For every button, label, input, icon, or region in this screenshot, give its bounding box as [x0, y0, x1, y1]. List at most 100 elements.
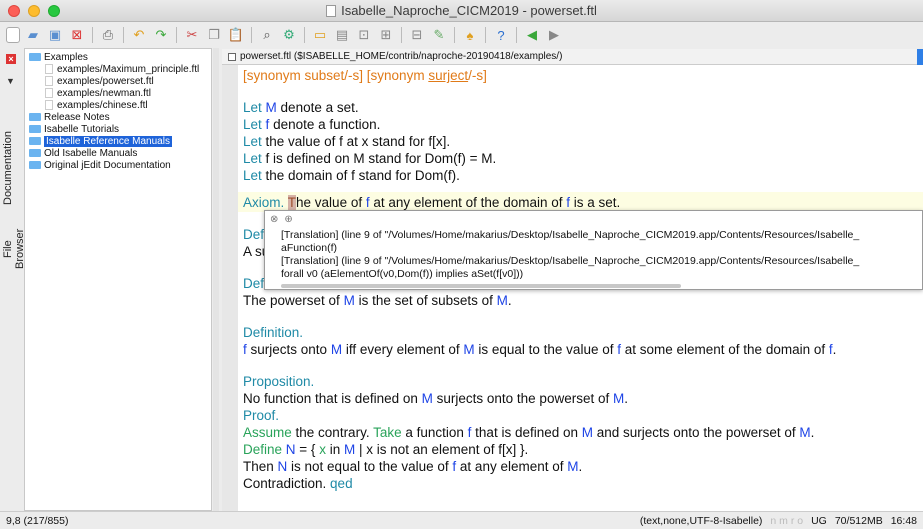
- documentation-tree: Examples examples/Maximum_principle.ftl …: [24, 48, 212, 511]
- editor-line-axiom: Axiom. The value of f at any element of …: [243, 194, 620, 211]
- code-text: The powerset of: [243, 293, 344, 308]
- document-icon: [326, 5, 337, 17]
- code-text: Then: [243, 459, 278, 474]
- pin-tooltip-icon[interactable]: ⊕: [284, 214, 292, 225]
- code-text: a function: [401, 425, 468, 440]
- buffer-mode[interactable]: (text,none,UTF-8-Isabelle): [640, 515, 763, 527]
- back-icon[interactable]: ◀: [523, 26, 541, 44]
- tree-item[interactable]: examples/newman.ftl: [45, 87, 151, 99]
- toolbar: ▰ ▣ ⊠ ⎙ ↶ ↷ ✂ ❐ 📋 ⌕ ⚙ ▭ ▤ ⊡ ⊞ ⊟ ✎ ♠ ? ◀ …: [0, 22, 923, 48]
- open-folder-icon[interactable]: ▰: [24, 26, 42, 44]
- help-icon[interactable]: ?: [492, 26, 510, 44]
- keyword-let: Let: [243, 151, 262, 166]
- editor-line: Def: [243, 275, 264, 292]
- dock-menu-arrow-icon[interactable]: ▼: [6, 76, 15, 86]
- code-text: surjects onto: [246, 342, 331, 357]
- expand-icon[interactable]: ⊞: [377, 26, 395, 44]
- editor-line: Contradiction. qed: [243, 475, 353, 492]
- tooltip-horizontal-scrollbar[interactable]: [281, 284, 681, 288]
- undo-icon[interactable]: ↶: [130, 26, 148, 44]
- variable: M: [343, 293, 355, 308]
- copy-icon[interactable]: ❐: [205, 26, 223, 44]
- status-flags-dim: n m r o: [770, 515, 804, 527]
- find-in-files-icon[interactable]: ⚙: [280, 26, 298, 44]
- tree-item[interactable]: Original jEdit Documentation: [29, 159, 171, 171]
- tab-documentation[interactable]: Documentation: [2, 118, 20, 218]
- forward-icon[interactable]: ▶: [545, 26, 563, 44]
- panel-splitter[interactable]: [213, 48, 219, 511]
- tooltip-controls: ⊗ ⊕: [270, 214, 293, 225]
- paste-icon[interactable]: 📋: [227, 26, 245, 44]
- tree-item-label: Release Notes: [44, 111, 110, 123]
- keyword-definition: Def: [243, 276, 265, 291]
- tree-item[interactable]: Isabelle Tutorials: [29, 123, 119, 135]
- indent-icon[interactable]: ▭: [311, 26, 329, 44]
- editor-line: [synonym subset/-s] [synonym surject/-s]: [243, 67, 487, 84]
- file-icon: [45, 88, 53, 98]
- close-file-icon[interactable]: ⊠: [68, 26, 86, 44]
- unindent-icon[interactable]: ▤: [333, 26, 351, 44]
- print-icon[interactable]: ⎙: [99, 26, 117, 44]
- tree-item-label: Examples: [44, 51, 88, 63]
- keyword-take: Take: [373, 425, 402, 440]
- zoom-icon[interactable]: ⊟: [408, 26, 426, 44]
- close-tooltip-icon[interactable]: ⊗: [270, 214, 278, 225]
- tree-item[interactable]: Old Isabelle Manuals: [29, 147, 137, 159]
- editor-line: f surjects onto M iff every element of M…: [243, 341, 836, 358]
- variable: M: [421, 391, 433, 406]
- code-text: iff every element of: [342, 342, 464, 357]
- tree-item[interactable]: Examples: [29, 51, 88, 63]
- code-text: denote a function.: [269, 117, 381, 132]
- code-text: /-s]: [468, 68, 487, 83]
- close-dock-icon[interactable]: ×: [6, 54, 16, 64]
- keyword-proposition: Proposition.: [243, 374, 315, 389]
- redo-icon[interactable]: ↷: [152, 26, 170, 44]
- tab-file-browser[interactable]: File Browser: [2, 220, 26, 278]
- code-text: he value of: [296, 195, 366, 210]
- code-text: at any element of the domain of: [369, 195, 567, 210]
- code-text: and surjects onto the powerset of: [593, 425, 800, 440]
- tree-item[interactable]: examples/chinese.ftl: [45, 99, 148, 111]
- code-text: .: [578, 459, 583, 474]
- tree-item[interactable]: examples/powerset.ftl: [45, 75, 154, 87]
- memory-usage[interactable]: 70/512MB: [835, 515, 883, 527]
- editor-line: Def: [243, 226, 264, 243]
- editor-buffer-tab[interactable]: powerset.ftl ($ISABELLE_HOME/contrib/nap…: [222, 49, 923, 65]
- save-icon[interactable]: ▣: [46, 26, 64, 44]
- editor-line: Assume the contrary. Take a function f t…: [243, 424, 814, 441]
- caret-position: 9,8 (217/855): [6, 515, 69, 527]
- find-icon[interactable]: ⌕: [258, 26, 276, 44]
- toolbar-separator: [401, 27, 402, 43]
- keyword-proof: Proof.: [243, 408, 280, 423]
- tree-item-label: Isabelle Tutorials: [44, 123, 120, 135]
- editor-line: No function that is defined on M surject…: [243, 390, 628, 407]
- app-window: Isabelle_Naproche_CICM2019 - powerset.ft…: [0, 0, 923, 529]
- code-text: is the set of subsets of: [354, 293, 497, 308]
- code-text: = {: [295, 442, 320, 457]
- code-text: the domain of f stand for Dom(f).: [261, 168, 460, 183]
- tree-item-label: examples/Maximum_principle.ftl: [57, 63, 200, 75]
- code-text: is not equal to the value of: [287, 459, 453, 474]
- status-right: (text,none,UTF-8-Isabelle) n m r o UG 70…: [640, 515, 917, 527]
- title-bar: Isabelle_Naproche_CICM2019 - powerset.ft…: [0, 0, 923, 22]
- toolbar-separator: [123, 27, 124, 43]
- buffer-menu-button[interactable]: [917, 49, 923, 65]
- new-file-icon[interactable]: [6, 27, 20, 43]
- toolbar-separator: [176, 27, 177, 43]
- tree-item[interactable]: Release Notes: [29, 111, 110, 123]
- left-dock-strip: × ▼ Documentation File Browser: [0, 48, 26, 511]
- window-title: Isabelle_Naproche_CICM2019 - powerset.ft…: [0, 3, 923, 18]
- tooltip-line: forall v0 (aElementOf(v0,Dom(f)) implies…: [281, 268, 524, 280]
- plugin-icon[interactable]: ♠: [461, 26, 479, 44]
- tree-item[interactable]: examples/Maximum_principle.ftl: [45, 63, 199, 75]
- cut-icon[interactable]: ✂: [183, 26, 201, 44]
- code-text: the contrary.: [291, 425, 374, 440]
- tooltip-line: aFunction(f): [281, 242, 338, 254]
- tree-item-label: Isabelle Reference Manuals: [44, 135, 172, 147]
- macro-icon[interactable]: ✎: [430, 26, 448, 44]
- tree-item-selected[interactable]: Isabelle Reference Manuals: [29, 135, 172, 147]
- variable: M: [330, 342, 343, 357]
- fold-icon[interactable]: ⊡: [355, 26, 373, 44]
- toolbar-separator: [304, 27, 305, 43]
- clock: 16:48: [890, 515, 917, 527]
